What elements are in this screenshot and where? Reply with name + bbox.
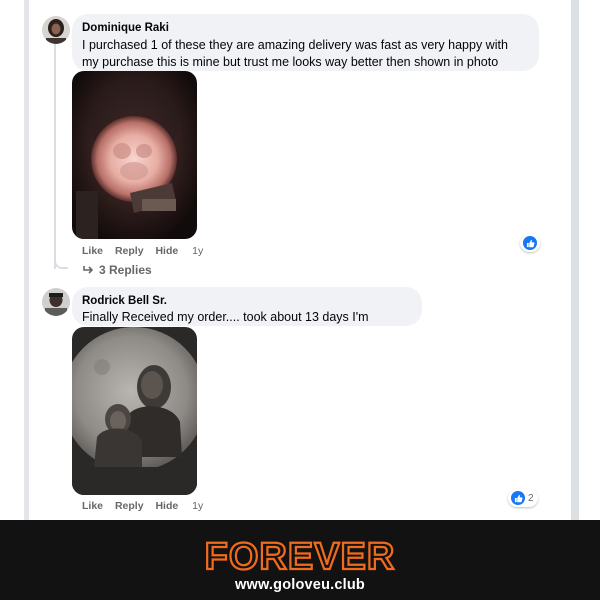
brand-logo: FOREVER: [204, 536, 396, 576]
comment-actions: Like Reply Hide 1y: [82, 245, 212, 257]
hide-link[interactable]: Hide: [155, 500, 178, 512]
brand-name: FOREVER: [205, 536, 396, 576]
reaction-badge[interactable]: [520, 234, 540, 252]
reply-link[interactable]: Reply: [115, 500, 144, 512]
timestamp[interactable]: 1y: [192, 245, 203, 257]
reaction-badge[interactable]: 2: [508, 489, 538, 507]
timestamp[interactable]: 1y: [192, 500, 203, 512]
view-replies-link[interactable]: 3 Replies: [82, 263, 152, 277]
reaction-count: 2: [528, 492, 534, 504]
comment-text: I purchased 1 of these they are amazing …: [82, 38, 508, 69]
comment-author[interactable]: Rodrick Bell Sr.: [82, 294, 410, 308]
comment-photo[interactable]: [72, 71, 197, 239]
panel-left-edge: [24, 0, 29, 520]
comment-actions: Like Reply Hide 1y: [82, 500, 212, 512]
scrollbar-track[interactable]: [571, 0, 579, 520]
comment-photo[interactable]: [72, 327, 197, 495]
site-url[interactable]: www.goloveu.club: [0, 577, 600, 593]
reply-link[interactable]: Reply: [115, 245, 144, 257]
like-icon: [511, 491, 525, 505]
like-link[interactable]: Like: [82, 245, 103, 257]
reply-arrow-icon: [83, 266, 94, 274]
hide-link[interactable]: Hide: [155, 245, 178, 257]
thread-line: [54, 42, 56, 269]
replies-label[interactable]: 3 Replies: [99, 263, 152, 277]
comment-bubble: Dominique Raki I purchased 1 of these th…: [72, 14, 539, 71]
comment-author[interactable]: Dominique Raki: [82, 21, 527, 35]
avatar[interactable]: [42, 16, 70, 44]
thread-connector: [54, 256, 68, 269]
avatar[interactable]: [42, 288, 70, 316]
like-link[interactable]: Like: [82, 500, 103, 512]
comment-bubble: Rodrick Bell Sr. Finally Received my ord…: [72, 287, 422, 341]
like-icon: [523, 236, 537, 250]
